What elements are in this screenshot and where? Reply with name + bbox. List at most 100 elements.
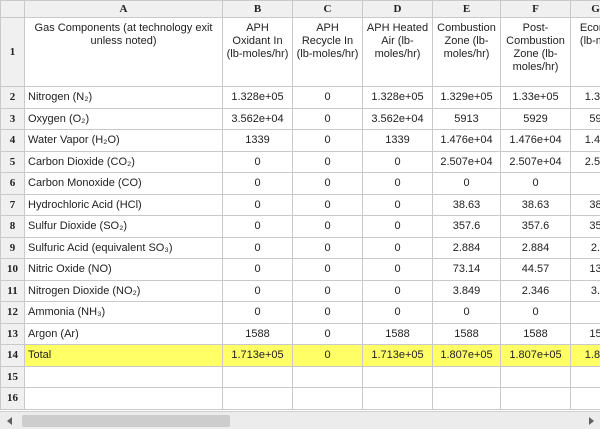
row-number[interactable]: 9 (0, 236, 25, 259)
cell-header-post-combustion-zone[interactable]: Post-Combustion Zone (lb-moles/hr) (500, 17, 571, 87)
cell-combustion-zone[interactable]: 0 (432, 301, 501, 324)
row-number[interactable]: 3 (0, 107, 25, 130)
cell-combustion-zone[interactable]: 1.476e+04 (432, 129, 501, 152)
cell-aph-heated-air[interactable]: 0 (362, 301, 433, 324)
empty-cell[interactable] (24, 365, 223, 388)
cell-post-combustion-zone[interactable]: 1.476e+04 (500, 129, 571, 152)
row-number[interactable]: 10 (0, 258, 25, 281)
row-number[interactable]: 13 (0, 322, 25, 345)
cell-combustion-zone[interactable]: 1.329e+05 (432, 86, 501, 109)
row-number[interactable]: 5 (0, 150, 25, 173)
cell-combustion-zone[interactable]: 2.884 (432, 236, 501, 259)
cell-aph-heated-air[interactable]: 0 (362, 215, 433, 238)
cell-gas-component[interactable]: Sulfur Dioxide (SO₂) (24, 215, 223, 238)
cell-aph-oxidant-in[interactable]: 1339 (222, 129, 293, 152)
cell-economizer[interactable]: 35 (570, 215, 600, 238)
cell-combustion-zone[interactable]: 5913 (432, 107, 501, 130)
cell-aph-oxidant-in[interactable]: 0 (222, 301, 293, 324)
empty-cell[interactable] (222, 387, 293, 410)
cell-aph-heated-air[interactable]: 3.562e+04 (362, 107, 433, 130)
cell-aph-heated-air[interactable]: 0 (362, 236, 433, 259)
cell-aph-oxidant-in[interactable]: 0 (222, 279, 293, 302)
cell-gas-component[interactable]: Total (24, 344, 223, 367)
scrollbar-thumb[interactable] (22, 415, 230, 427)
cell-combustion-zone[interactable]: 357.6 (432, 215, 501, 238)
column-header-a[interactable]: A (24, 0, 223, 18)
empty-cell[interactable] (432, 387, 501, 410)
cell-aph-heated-air[interactable]: 1588 (362, 322, 433, 345)
cell-combustion-zone[interactable]: 38.63 (432, 193, 501, 216)
empty-cell[interactable] (500, 387, 571, 410)
cell-post-combustion-zone[interactable]: 0 (500, 172, 571, 195)
cell-aph-recycle-in[interactable]: 0 (292, 322, 363, 345)
cell-aph-heated-air[interactable]: 0 (362, 193, 433, 216)
empty-cell[interactable] (500, 365, 571, 388)
cell-economizer[interactable]: 2. (570, 236, 600, 259)
cell-aph-recycle-in[interactable]: 0 (292, 129, 363, 152)
cell-economizer[interactable] (570, 172, 600, 195)
row-number[interactable]: 4 (0, 129, 25, 152)
cell-post-combustion-zone[interactable]: 44.57 (500, 258, 571, 281)
cell-gas-component[interactable]: Carbon Monoxide (CO) (24, 172, 223, 195)
empty-cell[interactable] (362, 365, 433, 388)
cell-aph-recycle-in[interactable]: 0 (292, 236, 363, 259)
row-number[interactable]: 15 (0, 365, 25, 388)
row-number[interactable]: 6 (0, 172, 25, 195)
cell-combustion-zone[interactable]: 3.849 (432, 279, 501, 302)
row-number[interactable]: 2 (0, 86, 25, 109)
empty-cell[interactable] (432, 365, 501, 388)
cell-aph-recycle-in[interactable]: 0 (292, 301, 363, 324)
cell-aph-oxidant-in[interactable]: 1.713e+05 (222, 344, 293, 367)
cell-gas-component[interactable]: Sulfuric Acid (equivalent SO₃) (24, 236, 223, 259)
cell-header-aph-heated-air[interactable]: APH Heated Air (lb-moles/hr) (362, 17, 433, 87)
cell-aph-heated-air[interactable]: 1339 (362, 129, 433, 152)
cell-economizer[interactable]: 1.32 (570, 86, 600, 109)
cell-economizer[interactable]: 3. (570, 279, 600, 302)
cell-gas-component[interactable]: Nitric Oxide (NO) (24, 258, 223, 281)
cell-aph-heated-air[interactable]: 1.713e+05 (362, 344, 433, 367)
cell-aph-recycle-in[interactable]: 0 (292, 215, 363, 238)
column-header-e[interactable]: E (432, 0, 501, 18)
cell-header-gas-components[interactable]: Gas Components (at technology exit unles… (24, 17, 223, 87)
cell-header-aph-oxidant-in[interactable]: APH Oxidant In (lb-moles/hr) (222, 17, 293, 87)
column-header-b[interactable]: B (222, 0, 293, 18)
cell-aph-oxidant-in[interactable]: 0 (222, 150, 293, 173)
cell-header-combustion-zone[interactable]: Combustion Zone (lb-moles/hr) (432, 17, 501, 87)
cell-post-combustion-zone[interactable]: 1.33e+05 (500, 86, 571, 109)
row-number[interactable]: 11 (0, 279, 25, 302)
cell-combustion-zone[interactable]: 0 (432, 172, 501, 195)
cell-gas-component[interactable]: Carbon Dioxide (CO₂) (24, 150, 223, 173)
scroll-right-button[interactable] (583, 413, 599, 429)
cell-gas-component[interactable]: Argon (Ar) (24, 322, 223, 345)
cell-aph-oxidant-in[interactable]: 0 (222, 215, 293, 238)
cell-post-combustion-zone[interactable]: 357.6 (500, 215, 571, 238)
cell-economizer[interactable]: 1.80 (570, 344, 600, 367)
cell-combustion-zone[interactable]: 1588 (432, 322, 501, 345)
cell-aph-oxidant-in[interactable]: 1.328e+05 (222, 86, 293, 109)
cell-aph-oxidant-in[interactable]: 3.562e+04 (222, 107, 293, 130)
cell-aph-recycle-in[interactable]: 0 (292, 344, 363, 367)
cell-gas-component[interactable]: Nitrogen (N₂) (24, 86, 223, 109)
cell-aph-heated-air[interactable]: 0 (362, 150, 433, 173)
cell-aph-heated-air[interactable]: 0 (362, 172, 433, 195)
cell-combustion-zone[interactable]: 73.14 (432, 258, 501, 281)
cell-gas-component[interactable]: Ammonia (NH₃) (24, 301, 223, 324)
empty-cell[interactable] (570, 387, 600, 410)
column-header-c[interactable]: C (292, 0, 363, 18)
cell-economizer[interactable]: 59 (570, 107, 600, 130)
cell-aph-oxidant-in[interactable]: 0 (222, 236, 293, 259)
column-header-f[interactable]: F (500, 0, 571, 18)
cell-economizer[interactable] (570, 301, 600, 324)
cell-post-combustion-zone[interactable]: 5929 (500, 107, 571, 130)
cell-aph-recycle-in[interactable]: 0 (292, 193, 363, 216)
empty-cell[interactable] (570, 365, 600, 388)
cell-aph-recycle-in[interactable]: 0 (292, 86, 363, 109)
cell-aph-recycle-in[interactable]: 0 (292, 107, 363, 130)
cell-aph-heated-air[interactable]: 1.328e+05 (362, 86, 433, 109)
empty-cell[interactable] (362, 387, 433, 410)
cell-post-combustion-zone[interactable]: 2.507e+04 (500, 150, 571, 173)
cell-combustion-zone[interactable]: 2.507e+04 (432, 150, 501, 173)
cell-aph-heated-air[interactable]: 0 (362, 279, 433, 302)
cell-post-combustion-zone[interactable]: 2.346 (500, 279, 571, 302)
spreadsheet[interactable]: A B C D E F G 1 Gas Components (at techn… (0, 0, 600, 411)
